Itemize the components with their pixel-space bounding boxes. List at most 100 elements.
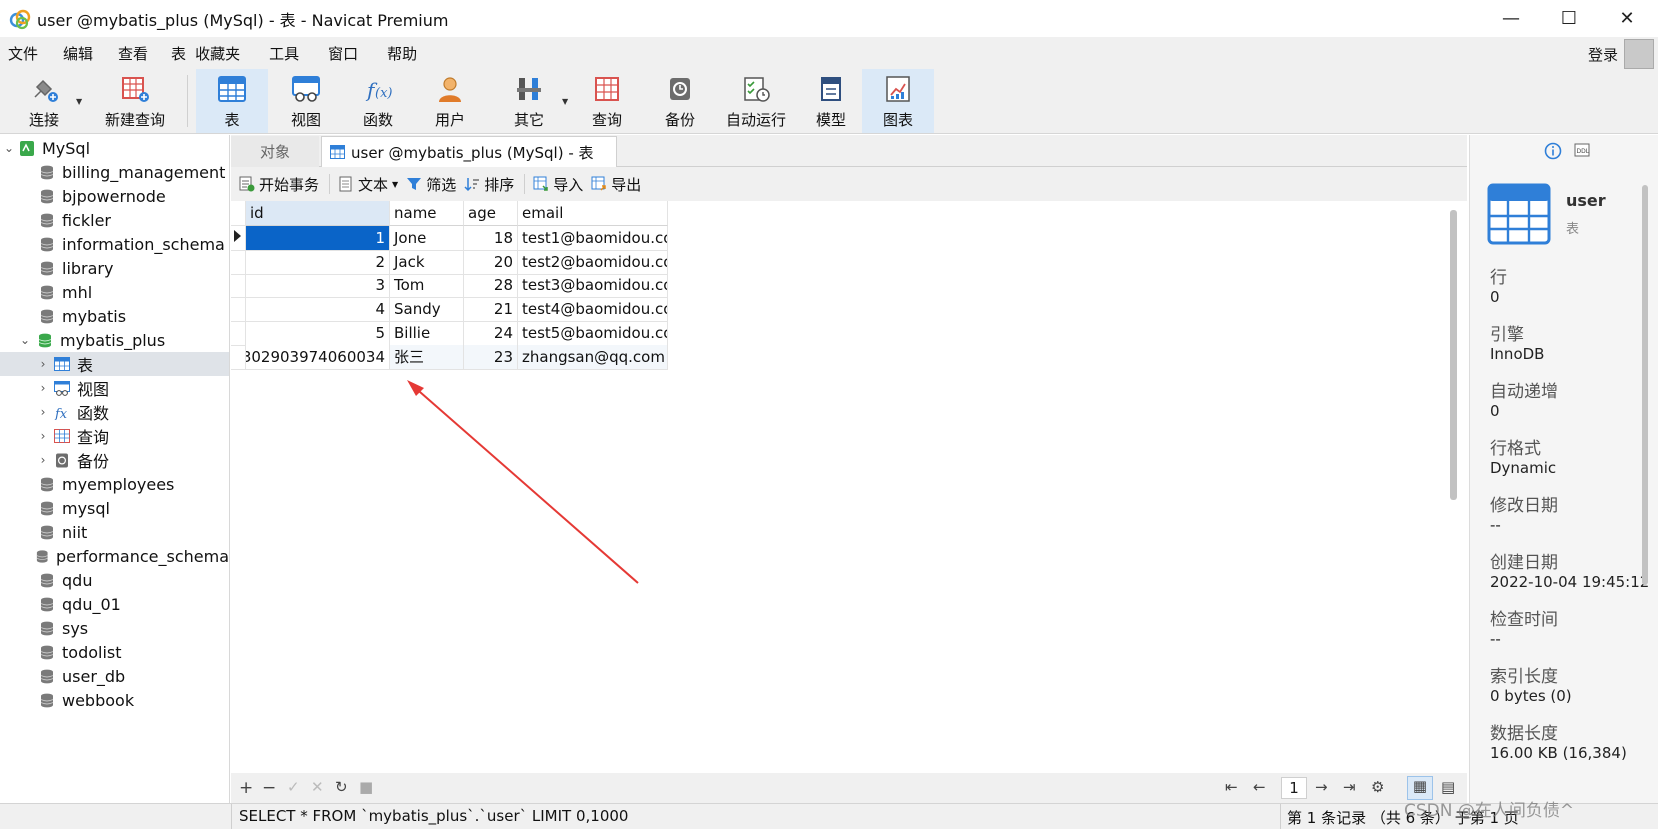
tab-user-table[interactable]: user @mybatis_plus (MySql) - 表 [321,136,617,167]
menu-table[interactable]: 表 [157,43,195,64]
tree-object-group[interactable]: › 表 [0,352,229,376]
table-cell-id[interactable]: 77302903974060034 [246,344,390,370]
tree-object-group[interactable]: › 视图 [0,376,229,400]
first-page-icon[interactable]: ⇤ [1225,778,1238,796]
table-cell-age[interactable]: 18 [464,226,518,251]
tree-database[interactable]: user_db [0,664,229,688]
table-button[interactable]: 表 [196,69,268,133]
table-cell-name[interactable]: Sandy [390,297,464,323]
chevron-right-icon[interactable]: › [36,357,50,371]
query-button[interactable]: 查询 [572,69,642,133]
table-cell-name[interactable]: Jone [390,226,464,251]
login-link[interactable]: 登录 [1588,44,1618,65]
tree-database[interactable]: sys [0,616,229,640]
tree-object-group[interactable]: › fx 函数 [0,400,229,424]
tree-object-group[interactable]: › 查询 [0,424,229,448]
table-cell-id[interactable]: 1 [246,226,390,251]
ddl-icon[interactable]: DDL [1574,142,1590,158]
function-button[interactable]: f (x) 函数 [343,69,413,133]
import-button[interactable]: 导入 [533,174,583,195]
tree-database[interactable]: information_schema [0,232,229,256]
column-header-id[interactable]: id [246,201,390,226]
begin-transaction-button[interactable]: 开始事务 [239,174,319,195]
settings-gear-icon[interactable]: ⚙ [1371,778,1384,796]
user-button[interactable]: 用户 [415,69,485,133]
tree-database[interactable]: webbook [0,688,229,712]
minimize-button[interactable]: — [1482,0,1540,37]
filter-button[interactable]: 筛选 [406,174,456,195]
tree-database[interactable]: fickler [0,208,229,232]
table-cell-id[interactable]: 2 [246,249,390,275]
view-button[interactable]: 视图 [271,69,341,133]
row-indicator[interactable] [231,273,246,299]
menu-window[interactable]: 窗口 [308,43,367,64]
connection-button[interactable]: 连接 [14,69,74,133]
menu-help[interactable]: 帮助 [367,43,426,64]
table-cell-id[interactable]: 4 [246,297,390,323]
export-button[interactable]: 导出 [591,174,641,195]
tree-database[interactable]: bjpowernode [0,184,229,208]
tree-database[interactable]: qdu [0,568,229,592]
info-panel-scrollbar[interactable] [1642,185,1648,585]
column-header-age[interactable]: age [464,201,518,226]
menu-tools[interactable]: 工具 [249,43,308,64]
avatar[interactable] [1624,39,1654,69]
table-cell-email[interactable]: test1@baomidou.co [518,226,668,251]
tree-database[interactable]: niit [0,520,229,544]
chart-button[interactable]: 图表 [862,69,934,133]
maximize-button[interactable]: ☐ [1540,0,1598,37]
table-cell-email[interactable]: test2@baomidou.co [518,249,668,275]
delete-record-button[interactable]: − [262,778,276,798]
menu-view[interactable]: 查看 [102,43,157,64]
tree-object-group[interactable]: › 备份 [0,448,229,472]
menu-file[interactable]: 文件 [0,43,47,64]
tree-database[interactable]: library [0,256,229,280]
tree-database[interactable]: myemployees [0,472,229,496]
table-cell-name[interactable]: 张三 [390,344,464,370]
page-number-field[interactable]: 1 [1281,777,1307,799]
next-page-icon[interactable]: → [1315,778,1328,796]
tree-database[interactable]: mhl [0,280,229,304]
table-cell-age[interactable]: 21 [464,297,518,323]
grid-body[interactable]: id name age email 1 Jone 18 test1@baomidou.co 2 J… [231,201,1453,773]
info-icon[interactable] [1544,142,1562,160]
table-cell-age[interactable]: 23 [464,344,518,370]
row-indicator[interactable] [231,320,246,346]
tree-database[interactable]: qdu_01 [0,592,229,616]
table-cell-age[interactable]: 20 [464,249,518,275]
chevron-down-icon[interactable]: ⌄ [18,333,32,347]
table-cell-name[interactable]: Tom [390,273,464,299]
chevron-right-icon[interactable]: › [36,381,50,395]
table-cell-email[interactable]: test4@baomidou.co [518,297,668,323]
chevron-right-icon[interactable]: › [36,405,50,419]
table-cell-email[interactable]: test3@baomidou.co [518,273,668,299]
column-header-name[interactable]: name [390,201,464,226]
tab-objects[interactable]: 对象 [231,136,319,167]
tree-database[interactable]: todolist [0,640,229,664]
tree-database[interactable]: mybatis [0,304,229,328]
row-indicator[interactable] [231,249,246,275]
grid-scrollbar[interactable] [1450,210,1457,500]
add-record-button[interactable]: + [239,778,253,798]
tree-database[interactable]: mysql [0,496,229,520]
table-cell-email[interactable]: zhangsan@qq.com [518,344,668,370]
tree-database[interactable]: ⌄ mybatis_plus [0,328,229,352]
row-indicator[interactable] [231,226,246,251]
chevron-down-icon[interactable]: ▼ [76,97,82,106]
table-cell-name[interactable]: Jack [390,249,464,275]
close-button[interactable]: ✕ [1598,0,1656,37]
autorun-button[interactable]: 自动运行 [717,69,795,133]
menu-edit[interactable]: 编辑 [47,43,102,64]
table-cell-email[interactable]: test5@baomidou.co [518,320,668,346]
text-button[interactable]: 文本 ▼ [338,174,398,195]
table-cell-age[interactable]: 28 [464,273,518,299]
model-button[interactable]: 模型 [796,69,866,133]
last-page-icon[interactable]: ⇥ [1343,778,1356,796]
column-header-email[interactable]: email [518,201,668,226]
tree-database[interactable]: billing_management [0,160,229,184]
menu-favorites[interactable]: 收藏夹 [195,43,249,64]
previous-page-icon[interactable]: ← [1253,778,1266,796]
tree-database[interactable]: performance_schema [0,544,229,568]
sort-button[interactable]: 排序 [464,174,514,195]
form-view-icon[interactable]: ▤ [1441,778,1455,796]
